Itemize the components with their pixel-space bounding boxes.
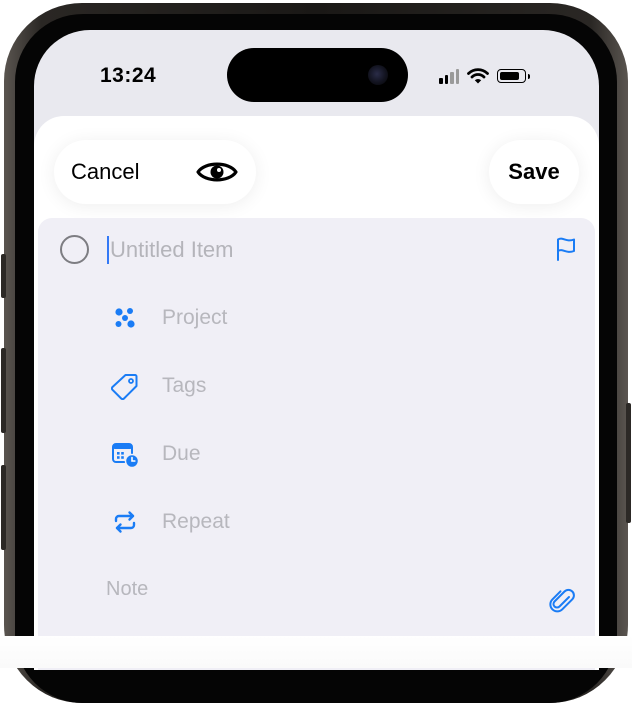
calendar-clock-icon [111, 440, 139, 468]
wifi-icon [467, 68, 489, 84]
note-input[interactable]: Note [106, 578, 148, 601]
due-field[interactable]: Due [111, 438, 201, 470]
volume-up-button [1, 348, 6, 433]
text-cursor [107, 236, 109, 264]
project-label: Project [162, 306, 228, 329]
dynamic-island [227, 48, 408, 102]
volume-down-button [1, 465, 6, 550]
item-card: Untitled Item Project Tags Due Repeat No… [38, 218, 595, 670]
repeat-field[interactable]: Repeat [111, 506, 230, 538]
bottom-fade [0, 636, 632, 668]
title-input[interactable]: Untitled Item [110, 236, 234, 264]
repeat-icon [111, 508, 139, 536]
flag-icon[interactable] [555, 237, 577, 261]
tags-label: Tags [162, 374, 207, 397]
screen: 13:24 Cancel Save Untitled Item Project … [34, 30, 599, 670]
save-button[interactable]: Save [489, 140, 579, 204]
power-button [626, 403, 631, 523]
status-icons [439, 66, 530, 86]
left-toolbar-pill: Cancel [54, 140, 256, 204]
project-field[interactable]: Project [111, 302, 227, 334]
repeat-label: Repeat [162, 510, 230, 533]
action-button [1, 254, 6, 298]
new-item-sheet: Cancel Save Untitled Item Project Tags D… [34, 116, 599, 670]
eye-icon[interactable] [195, 158, 239, 186]
completion-circle[interactable] [60, 235, 89, 264]
tag-icon [111, 372, 139, 400]
paperclip-icon[interactable] [549, 586, 575, 614]
battery-icon [497, 69, 530, 83]
status-time: 13:24 [100, 64, 157, 87]
save-button-label: Save [508, 159, 560, 184]
front-camera [368, 65, 388, 85]
cancel-button[interactable]: Cancel [71, 159, 139, 185]
due-label: Due [162, 442, 201, 465]
tags-field[interactable]: Tags [111, 370, 206, 402]
project-icon [111, 304, 139, 332]
cellular-signal-icon [439, 68, 459, 84]
